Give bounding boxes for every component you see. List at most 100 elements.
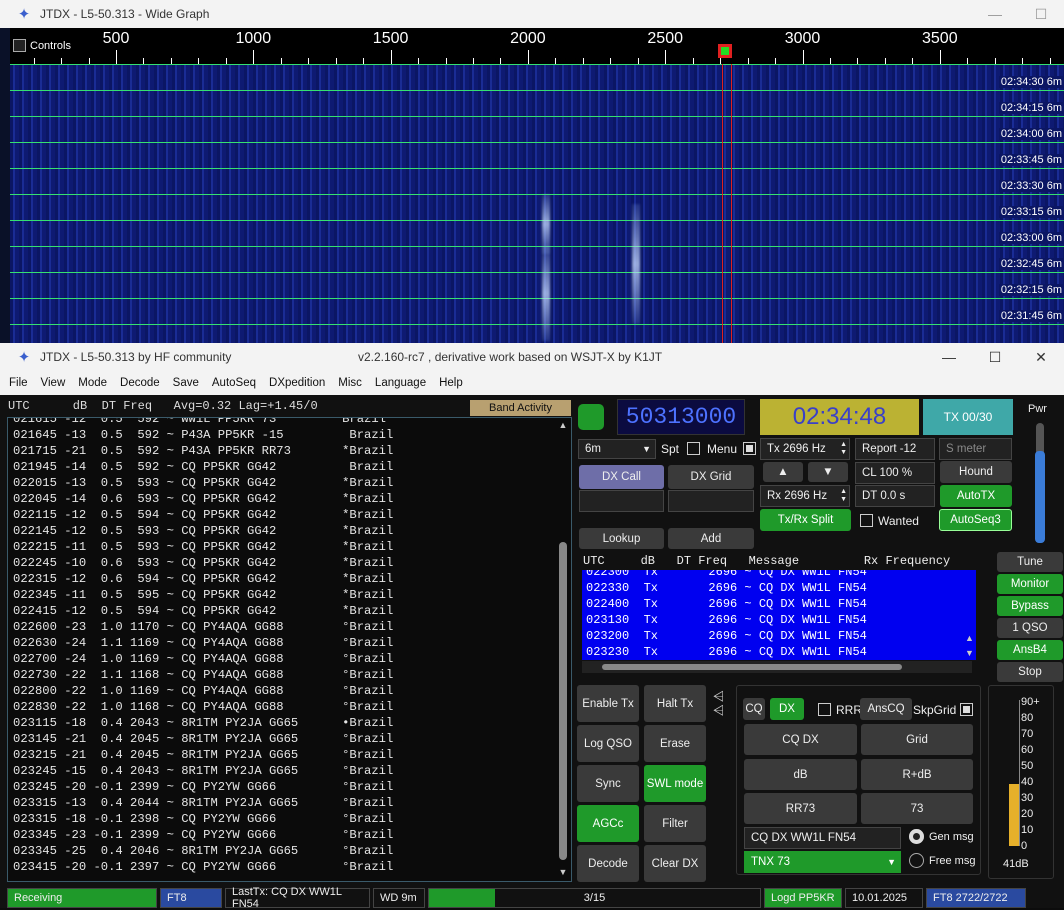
spin-icon[interactable]: ▲ ▼ [840, 488, 847, 504]
frequency-ruler[interactable]: 5001000150020002500300035004 [10, 28, 1064, 64]
txrx-split-button[interactable]: Tx/Rx Split [760, 509, 851, 531]
decode-row[interactable]: 022700 -24 1.0 1169 ~ CQ PY4AQA GG88 °Br… [13, 651, 393, 667]
enable-tx-button[interactable]: Enable Tx [577, 685, 639, 722]
menu-file[interactable]: File [9, 377, 28, 389]
waterfall[interactable]: 02:34:30 6m 02:34:15 6m 02:34:00 6m 02:33:4… [10, 64, 1064, 343]
wanted-checkbox[interactable] [860, 514, 873, 527]
agcc-button[interactable]: AGCc [577, 805, 639, 842]
scroll-down-icon[interactable]: ▼ [557, 867, 569, 879]
bypass-button[interactable]: Bypass [997, 596, 1063, 616]
minimize-icon[interactable]: — [972, 0, 1018, 28]
decode-row[interactable]: 023315 -13 0.4 2044 ~ 8R1TM PY2JA GG65 °… [13, 795, 393, 811]
menu-mode[interactable]: Mode [78, 377, 107, 389]
close-icon[interactable]: ✕ [1018, 343, 1064, 371]
decode-row[interactable]: 022800 -22 1.0 1169 ~ CQ PY4AQA GG88 °Br… [13, 683, 393, 699]
decode-row[interactable]: 023345 -23 -0.1 2399 ~ CQ PY2YW GG66 °Br… [13, 827, 393, 843]
hound-button[interactable]: Hound [940, 461, 1012, 483]
decode-row[interactable]: 022215 -11 0.5 593 ~ CQ PP5KR GG42 *Braz… [13, 539, 393, 555]
decode-row[interactable]: 023315 -18 -0.1 2398 ~ CQ PY2YW GG66 °Br… [13, 811, 393, 827]
stop-button[interactable]: Stop [997, 662, 1063, 682]
db-button[interactable]: dB [744, 759, 857, 790]
cq-dx-button[interactable]: CQ DX [744, 724, 857, 755]
menu-decode[interactable]: Decode [120, 377, 160, 389]
spt-checkbox[interactable] [687, 442, 700, 455]
decode-row[interactable]: 022630 -24 1.1 1169 ~ CQ PY4AQA GG88 °Br… [13, 635, 393, 651]
tx-down-button[interactable]: ▼ [808, 462, 848, 482]
menu-save[interactable]: Save [173, 377, 199, 389]
scroll-thumb[interactable] [559, 542, 567, 860]
decode-row[interactable]: 021615 -12 0.5 592 ~ WW1L PP5KR 73 Brazi… [13, 418, 393, 427]
decode-button[interactable]: Decode [577, 845, 639, 882]
dx-grid-input[interactable] [668, 490, 754, 512]
scroll-up-icon[interactable]: ▲ [557, 420, 569, 432]
decode-row[interactable]: 022245 -10 0.6 593 ~ CQ PP5KR GG42 *Braz… [13, 555, 393, 571]
maximize-icon[interactable]: ☐ [972, 343, 1018, 371]
tx-up-button[interactable]: ▲ [763, 462, 803, 482]
erase-button[interactable]: Erase [644, 725, 706, 762]
tx-row[interactable]: 023200 Tx 2696 ~ CQ DX WW1L FN54 [586, 628, 867, 644]
tx-row[interactable]: 022300 Tx 2696 ~ CQ DX WW1L FN54 [586, 570, 867, 580]
r-db-button[interactable]: R+dB [861, 759, 973, 790]
gen-msg-input[interactable]: CQ DX WW1L FN54 [744, 827, 901, 849]
menu-help[interactable]: Help [439, 377, 463, 389]
dx-call-input[interactable] [579, 490, 664, 512]
tx-row[interactable]: 023230 Tx 2696 ~ CQ DX WW1L FN54 [586, 644, 867, 660]
rx-frequency-marker[interactable] [718, 44, 732, 58]
add-button[interactable]: Add [668, 528, 754, 549]
monitor-button[interactable]: Monitor [997, 574, 1063, 594]
decode-row[interactable]: 022730 -22 1.1 1168 ~ CQ PY4AQA GG88 °Br… [13, 667, 393, 683]
autoseq3-button[interactable]: AutoSeq3 [939, 509, 1012, 531]
cl-field[interactable]: CL 100 % [855, 462, 935, 484]
tx-row[interactable]: 023130 Tx 2696 ~ CQ DX WW1L FN54 [586, 612, 867, 628]
tx-history-list[interactable]: 022300 Tx 2696 ~ CQ DX WW1L FN54 022330 T… [582, 570, 976, 660]
menu-dxpedition[interactable]: DXpedition [269, 377, 325, 389]
dt-field[interactable]: DT 0.0 s [855, 485, 935, 507]
rrr-checkbox[interactable] [818, 703, 831, 716]
s-meter-field[interactable]: S meter [939, 438, 1012, 460]
tune-button[interactable]: Tune [997, 552, 1063, 572]
rig-status-indicator[interactable] [578, 404, 604, 430]
maximize-icon[interactable]: ☐ [1018, 0, 1064, 28]
anscq-button[interactable]: AnsCQ [860, 698, 912, 720]
filter-button[interactable]: Filter [644, 805, 706, 842]
decode-row[interactable]: 023145 -21 0.4 2045 ~ 8R1TM PY2JA GG65 °… [13, 731, 393, 747]
tx-history-table[interactable]: UTC dB DT Freq Message Rx Frequency 0223… [578, 554, 978, 667]
free-msg-radio[interactable] [909, 853, 924, 868]
dx-button[interactable]: DX [770, 698, 804, 720]
tx-scroll-thumb[interactable] [602, 664, 902, 670]
band-activity-list[interactable]: 021615 -12 0.5 592 ~ WW1L PP5KR 73 Brazi… [7, 417, 572, 882]
menu-checkbox[interactable] [743, 442, 756, 455]
tx-horizontal-scrollbar[interactable] [582, 661, 972, 673]
decode-row[interactable]: 023245 -20 -0.1 2399 ~ CQ PY2YW GG66 °Br… [13, 779, 393, 795]
n73-button[interactable]: 73 [861, 793, 973, 824]
tx-row[interactable]: 022330 Tx 2696 ~ CQ DX WW1L FN54 [586, 580, 867, 596]
free-msg-select[interactable]: TNX 73 ▼ [744, 851, 901, 873]
menu-autoseq[interactable]: AutoSeq [212, 377, 256, 389]
sync-button[interactable]: Sync [577, 765, 639, 802]
cq-button[interactable]: CQ [743, 698, 765, 720]
decode-row[interactable]: 021945 -14 0.5 592 ~ CQ PP5KR GG42 Brazi… [13, 459, 393, 475]
menu-language[interactable]: Language [375, 377, 426, 389]
decode-row[interactable]: 023245 -15 0.4 2043 ~ 8R1TM PY2JA GG65 °… [13, 763, 393, 779]
scroll-up-icon[interactable]: ▲ [965, 633, 974, 643]
decode-row[interactable]: 021715 -21 0.5 592 ~ P43A PP5KR RR73 *Br… [13, 443, 393, 459]
dx-grid-button[interactable]: DX Grid [668, 465, 754, 489]
band-select[interactable]: 6m ▼ [578, 439, 656, 459]
grid-button[interactable]: Grid [861, 724, 973, 755]
halt-tx-button[interactable]: Halt Tx [644, 685, 706, 722]
spin-icon[interactable]: ▲ ▼ [840, 441, 847, 457]
decode-row[interactable]: 022415 -12 0.5 594 ~ CQ PP5KR GG42 *Braz… [13, 603, 393, 619]
decode-scrollbar[interactable]: ▲ ▼ [557, 420, 569, 879]
one-qso-button[interactable]: 1 QSO [997, 618, 1063, 638]
ansb4-button[interactable]: AnsB4 [997, 640, 1063, 660]
rr73-button[interactable]: RR73 [744, 793, 857, 824]
power-slider[interactable] [1035, 423, 1045, 543]
gen-msg-radio[interactable] [909, 829, 924, 844]
controls-toggle[interactable]: Controls [13, 39, 71, 52]
tx-row[interactable]: 022400 Tx 2696 ~ CQ DX WW1L FN54 [586, 596, 867, 612]
report-field[interactable]: Report -12 [855, 438, 935, 460]
decode-row[interactable]: 023345 -25 0.4 2046 ~ 8R1TM PY2JA GG65 °… [13, 843, 393, 859]
decode-row[interactable]: 022145 -12 0.5 593 ~ CQ PP5KR GG42 *Braz… [13, 523, 393, 539]
decode-row[interactable]: 022045 -14 0.6 593 ~ CQ PP5KR GG42 *Braz… [13, 491, 393, 507]
rx-frequency-field[interactable]: Rx 2696 Hz ▲ ▼ [760, 485, 850, 507]
